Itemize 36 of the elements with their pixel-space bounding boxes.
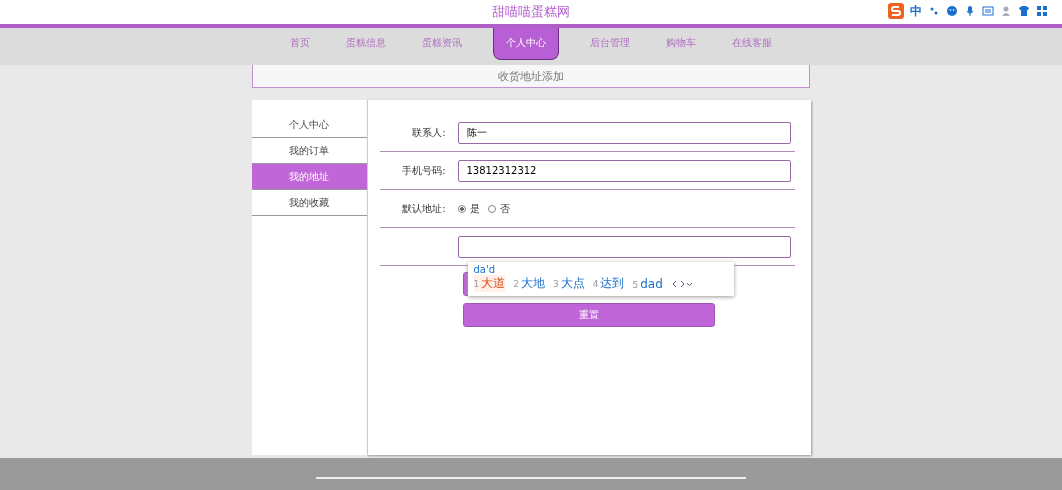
microphone-icon[interactable] [964, 5, 976, 17]
ime-candidate[interactable]: 5 dad [632, 276, 663, 291]
nav-tab[interactable]: 后台管理 [585, 28, 635, 59]
ime-candidate[interactable]: 2 大地 [513, 275, 545, 292]
ime-candidate[interactable]: 4 达到 [592, 275, 625, 292]
nav-tab[interactable]: 个人中心 [493, 28, 559, 60]
ime-candidate[interactable]: 3 大点 [552, 275, 585, 292]
input-field[interactable]: 陈一 [457, 121, 791, 144]
nav-tab[interactable]: 首页 [285, 28, 315, 59]
reset-button[interactable]: 重置 [462, 303, 715, 327]
input-field[interactable] [457, 235, 791, 258]
site-title: 甜喵喵蛋糕网 [492, 3, 570, 21]
radio-button[interactable] [457, 204, 466, 213]
shirt-icon[interactable] [1018, 5, 1030, 17]
page-heading: 收货地址添加 [252, 65, 810, 88]
radio-label: 是 [469, 201, 480, 216]
input-method-logo-icon[interactable] [888, 3, 904, 19]
field-label: 手机号码: [401, 163, 446, 178]
nav-tab[interactable]: 蛋糕信息 [341, 28, 391, 59]
input-mode-indicator[interactable]: 中 [910, 2, 922, 20]
smiley-icon[interactable] [946, 5, 958, 17]
ime-composition: da'd [473, 264, 497, 275]
field-label: 默认地址: [401, 201, 446, 216]
radio-label: 否 [499, 201, 510, 216]
nav-tab[interactable]: 购物车 [661, 28, 701, 59]
radio-button[interactable] [487, 204, 496, 213]
page-arrows-icon[interactable] [670, 279, 693, 288]
punctuation-icon[interactable] [928, 5, 940, 17]
field-label: 联系人: [411, 125, 446, 140]
input-field[interactable]: 13812312312 [457, 159, 791, 182]
nav-tab[interactable]: 蛋糕资讯 [417, 28, 467, 59]
nav-tab[interactable]: 在线客服 [727, 28, 777, 59]
sidebar-item[interactable]: 我的地址 [251, 164, 367, 190]
keyboard-icon[interactable] [982, 5, 994, 17]
grid-icon[interactable] [1036, 5, 1048, 17]
ime-candidate[interactable]: 1 大道 [473, 275, 506, 292]
